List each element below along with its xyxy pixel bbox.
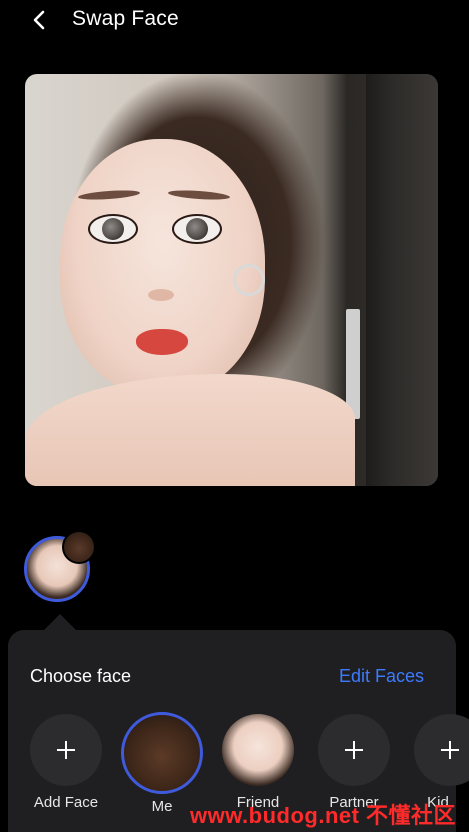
edit-faces-link[interactable]: Edit Faces [339,666,424,687]
earring [233,264,265,296]
chevron-left-icon [33,10,45,30]
top-bar: Swap Face [0,0,469,40]
face-item-add-face[interactable]: Add Face [23,712,109,811]
plus-icon[interactable] [30,714,102,786]
portrait-face [60,139,265,394]
face-item-partner[interactable]: Partner [311,712,397,811]
sheet-pointer [44,614,76,630]
plus-icon[interactable] [318,714,390,786]
back-button[interactable] [28,6,52,34]
left-brow [77,188,141,202]
watermark: www.budog.net 不懂社区 [190,803,457,828]
choose-face-label: Choose face [30,666,132,686]
selected-face-preview[interactable] [24,530,96,602]
face-avatar-friend[interactable] [222,714,294,786]
target-photo [25,74,438,486]
right-eye [172,214,222,244]
right-brow [167,188,231,202]
plus-icon[interactable] [414,714,469,786]
page-title: Swap Face [72,7,179,30]
face-item-kid[interactable]: Kid [407,712,469,811]
door-backdrop [366,74,438,486]
face-label: Add Face [33,794,99,811]
nose [148,289,174,301]
face-avatar-me[interactable] [121,712,203,794]
chosen-face-badge [62,530,96,564]
lips [136,329,188,355]
left-eye [88,214,138,244]
face-item-friend[interactable]: Friend [215,712,301,811]
